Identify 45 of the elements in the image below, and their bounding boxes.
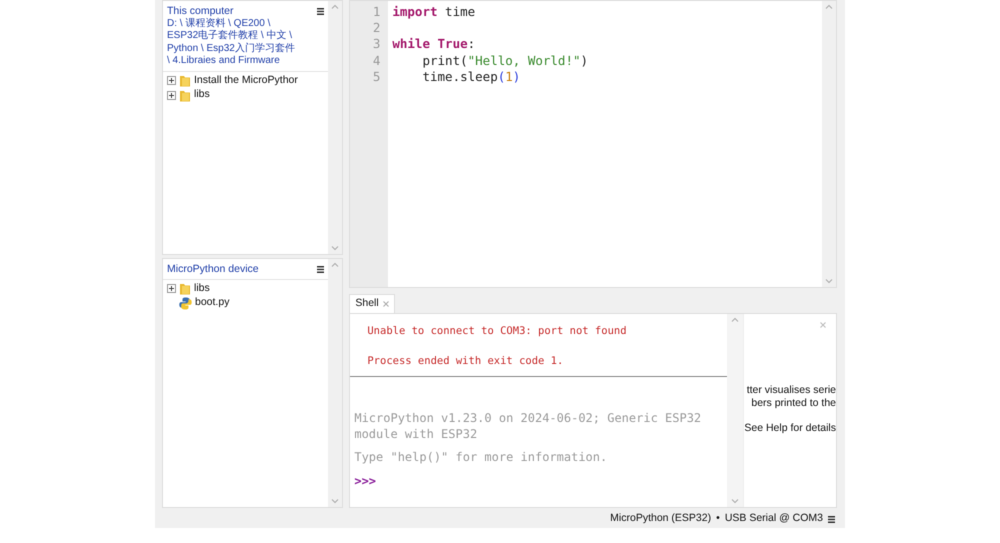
python-file-icon — [179, 296, 192, 310]
folder-icon — [179, 88, 191, 102]
scroll-up-icon[interactable] — [331, 4, 340, 9]
line-number: 4 — [372, 52, 380, 69]
expand-icon[interactable] — [167, 284, 176, 294]
expand-icon[interactable] — [167, 76, 176, 86]
plotter-text: See Help for details — [744, 422, 836, 435]
panel-title: MicroPython device — [167, 263, 260, 276]
scroll-down-icon[interactable] — [331, 246, 340, 251]
shell-prompt[interactable]: >>> — [350, 472, 728, 490]
shell-tab[interactable]: Shell — [349, 294, 395, 313]
menu-icon[interactable] — [317, 8, 324, 15]
menu-icon[interactable] — [828, 516, 835, 522]
expand-icon[interactable] — [167, 90, 176, 100]
scroll-up-icon[interactable] — [331, 262, 340, 267]
location-link[interactable]: This computer — [167, 5, 318, 18]
info-message: MicroPython v1.23.0 on 2024-06-02; Generic ESP32 module with ESP32 — [353, 410, 702, 442]
line-number: 1 — [372, 4, 380, 20]
scroll-up-icon[interactable] — [731, 317, 740, 322]
tree-item[interactable]: Install the MicroPythor — [163, 74, 328, 88]
error-message: Unable to connect to COM3: port not found — [366, 324, 628, 339]
tree-item[interactable]: boot.py — [163, 296, 328, 310]
close-icon[interactable] — [382, 301, 389, 307]
line-number: 5 — [372, 68, 380, 86]
line-number: 2 — [372, 20, 380, 36]
menu-icon[interactable] — [317, 266, 324, 273]
tree-item[interactable]: libs — [163, 282, 328, 296]
tree-item[interactable]: libs — [163, 88, 328, 102]
folder-icon — [179, 282, 191, 296]
plotter-text: bers printed to the — [751, 397, 836, 410]
path-link[interactable]: D: \ 课程资料 \ QE200 \ ESP32电子套件教程 \ 中文 \ Python \ Esp32入门学习套件 \ 4.Libraies and Firmware — [167, 18, 295, 68]
folder-icon — [179, 74, 191, 88]
interpreter-label[interactable]: MicroPython (ESP32) — [610, 511, 712, 527]
scroll-up-icon[interactable] — [825, 4, 833, 9]
close-icon[interactable] — [820, 322, 826, 328]
scroll-down-icon[interactable] — [825, 279, 833, 284]
port-label[interactable]: USB Serial @ COM3 — [724, 511, 823, 527]
error-message: Process ended with exit code 1. — [366, 354, 564, 369]
code-editor[interactable]: import time while True: print("Hello, World!") time.sleep(1) — [388, 1, 822, 287]
separator-dot: • — [716, 511, 720, 526]
line-number: 3 — [372, 36, 380, 53]
scroll-down-icon[interactable] — [731, 499, 740, 504]
plotter-text: tter visualises serie — [746, 384, 836, 397]
info-message: Type "help()" for more information. — [353, 449, 608, 465]
scroll-down-icon[interactable] — [331, 499, 340, 504]
